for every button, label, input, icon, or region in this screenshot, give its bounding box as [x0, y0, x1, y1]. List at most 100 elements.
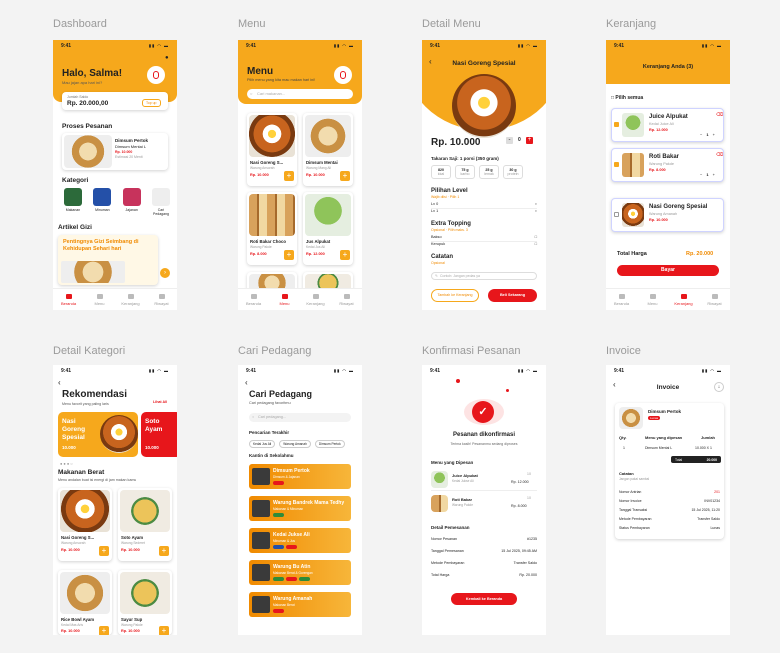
checkbox-checked-icon[interactable] — [614, 162, 619, 167]
menu-card[interactable]: Jus Alpukat Kedai Jus Ali Rp. 12.000 + — [303, 192, 353, 265]
menu-card[interactable]: Roti Bakar Choco Warung Pakde Rp. 8.000 + — [247, 192, 297, 265]
nav-beranda[interactable]: Beranda — [606, 289, 637, 310]
checkbox-icon[interactable] — [614, 212, 619, 217]
minus-icon[interactable]: − — [700, 172, 702, 177]
recent-chip[interactable]: Kedai Jus Ali — [249, 440, 276, 448]
pilih-semua[interactable]: □ Pilih semua — [611, 95, 643, 101]
recent-chip[interactable]: Dimsum Pertok — [314, 440, 345, 448]
banner-card[interactable]: Soto Ayam 10.000 — [141, 412, 177, 457]
avatar[interactable] — [334, 66, 352, 84]
add-button[interactable]: + — [340, 171, 350, 181]
qty-stepper[interactable]: −1 + — [700, 132, 715, 137]
nav-riwayat[interactable]: Riwayat — [146, 289, 177, 310]
back-home-button[interactable]: Kembali ke Beranda — [451, 593, 517, 605]
search-icon: ○ — [252, 415, 255, 419]
menu-card[interactable]: Sayur Sup Warung Pakde Rp. 10.000 + — [118, 570, 172, 635]
row-key: Nomor Antrian — [619, 490, 642, 494]
add-button[interactable]: + — [284, 171, 294, 181]
kategori-minuman[interactable]: Minuman — [91, 188, 113, 216]
signal-icon: ▮▮ ◠ ▬ — [333, 368, 354, 373]
plus-icon[interactable]: + — [713, 172, 715, 177]
nav-riwayat[interactable]: Riwayat — [331, 289, 362, 310]
shop-card[interactable]: Warung Amanah Makanan Berat — [249, 592, 351, 617]
nav-beranda[interactable]: Beranda — [238, 289, 269, 310]
minus-icon[interactable]: − — [700, 132, 702, 137]
add-button[interactable]: + — [159, 626, 169, 635]
level-option[interactable]: Lv 0 ○ — [431, 202, 537, 209]
detail-value: Transfer Saldo — [513, 561, 537, 565]
topping-option[interactable]: Kerupuk □ — [431, 242, 537, 246]
col-qty: Qty. — [619, 435, 627, 440]
level-option[interactable]: Lv 1 ○ — [431, 209, 537, 213]
status-time: 9:41 — [61, 367, 72, 374]
menu-card[interactable]: Nasi Goreng S... Warung Ansorah Rp. 10.000… — [58, 488, 112, 561]
back-arrow-icon[interactable]: ‹ — [58, 378, 61, 387]
nav-label: Beranda — [613, 300, 630, 306]
menu-card[interactable]: Nasi Goreng S... Warung Ansorah Rp. 10.000… — [247, 113, 297, 186]
add-button[interactable]: + — [284, 250, 294, 260]
gizi-unit: protein — [507, 172, 519, 176]
nav-keranjang[interactable]: Keranjang — [300, 289, 331, 310]
add-button[interactable]: + — [340, 250, 350, 260]
catatan-placeholder: Contoh: Jangan pedas ya — [440, 274, 480, 278]
add-button[interactable]: + — [99, 546, 109, 556]
catatan-input[interactable]: ✎ Contoh: Jangan pedas ya — [431, 272, 537, 280]
order-shop: Dimsum Mentai L — [115, 144, 147, 149]
row-jumlah: 10.000 X 1 — [695, 446, 712, 450]
nav-menu[interactable]: Menu — [269, 289, 300, 310]
add-to-cart-button[interactable]: Tambah ke Keranjang — [431, 289, 479, 302]
shop-card[interactable]: Kedai Jukse Ali Minuman & Jus — [249, 528, 351, 553]
chevron-right-icon[interactable]: › — [160, 268, 170, 278]
nav-menu[interactable]: Menu — [637, 289, 668, 310]
banner-card[interactable]: Nasi Goreng Spesial 10.000 — [58, 412, 138, 457]
menu-price: Rp. 10.000 — [121, 548, 140, 552]
trash-icon[interactable]: ⌫ — [716, 152, 723, 158]
download-icon[interactable]: ↓ — [714, 382, 724, 392]
topup-button[interactable]: Top up — [142, 99, 161, 107]
avatar[interactable] — [147, 66, 165, 84]
menu-card[interactable]: Rice Bowl Ayam Kedai Mas Aris Rp. 10.000 + — [58, 570, 112, 635]
order-image — [64, 135, 112, 168]
search-input[interactable]: ○ Cari makanan... — [247, 89, 353, 99]
nav-keranjang[interactable]: Keranjang — [668, 289, 699, 310]
bell-icon[interactable]: ● — [165, 55, 169, 61]
cart-item[interactable]: Juice Alpukat Kedai Juice Ali Rp. 12.000 ⌫ −… — [611, 108, 724, 142]
nav-menu[interactable]: Menu — [84, 289, 115, 310]
qty-stepper[interactable]: −1 + — [700, 172, 715, 177]
add-button[interactable]: + — [159, 546, 169, 556]
shop-card[interactable]: Dimsum Pertok Dimsum & Jajanan — [249, 464, 351, 489]
detail-key: Metode Pembayaran — [431, 561, 465, 565]
cart-item[interactable]: Nasi Goreng Spesial Warung Amanah Rp. 10.0… — [611, 198, 724, 232]
lihat-all-link[interactable]: Lihat All — [153, 400, 167, 404]
search-input[interactable]: ○ Cari pedagang... — [249, 413, 351, 422]
checkbox-checked-icon[interactable] — [614, 122, 619, 127]
menu-card[interactable]: Dimsum Mentai Warung Mang Ali Rp. 10.000 + — [303, 113, 353, 186]
plus-button[interactable]: + — [526, 137, 533, 144]
recent-chip[interactable]: Warung Amanah — [279, 440, 311, 448]
kategori-label: Minuman — [95, 208, 110, 212]
search-placeholder: Cari makanan... — [257, 91, 286, 96]
trash-icon[interactable]: ⌫ — [716, 112, 723, 118]
nav-keranjang[interactable]: Keranjang — [115, 289, 146, 310]
shop-card[interactable]: Warung Bu Atin Makanan Berat & Gorengan — [249, 560, 351, 585]
detail-key: Total Harga — [431, 573, 450, 577]
menu-icon — [281, 293, 288, 299]
artikel-card[interactable]: Pentingnya Gizi Seimbang di Kehidupan Se… — [58, 235, 158, 285]
kategori-cari-pedagang[interactable]: Cari Pedagang — [150, 188, 172, 216]
shop-card[interactable]: Warung Bandrek Mama Tedhy Makanan & Minum… — [249, 496, 351, 521]
order-card[interactable]: Dimsum Pertok Dimsum Mentai L Rp. 10.000… — [62, 133, 168, 170]
cart-item[interactable]: Roti Bakar Warung Pakde Rp. 8.000 ⌫ −1 + — [611, 148, 724, 182]
buy-now-button[interactable]: Beli Sekarang — [488, 289, 537, 302]
nav-riwayat[interactable]: Riwayat — [699, 289, 730, 310]
nav-beranda[interactable]: Beranda — [53, 289, 84, 310]
menu-card[interactable]: Soto Ayam Warung Sederet Rp. 10.000 + — [118, 488, 172, 561]
minus-button[interactable]: - — [506, 137, 513, 144]
plus-icon[interactable]: + — [713, 132, 715, 137]
back-arrow-icon[interactable]: ‹ — [245, 378, 248, 387]
add-button[interactable]: + — [99, 626, 109, 635]
gizi-list: 820 kkal 75 g karbo 25 g lemak 30 g protein — [431, 165, 523, 179]
kategori-jajanan[interactable]: Jajanan — [121, 188, 143, 216]
pay-button[interactable]: Bayar — [617, 265, 719, 276]
topping-option[interactable]: Bakso □ — [431, 235, 537, 242]
kategori-makanan[interactable]: Makanan — [62, 188, 84, 216]
